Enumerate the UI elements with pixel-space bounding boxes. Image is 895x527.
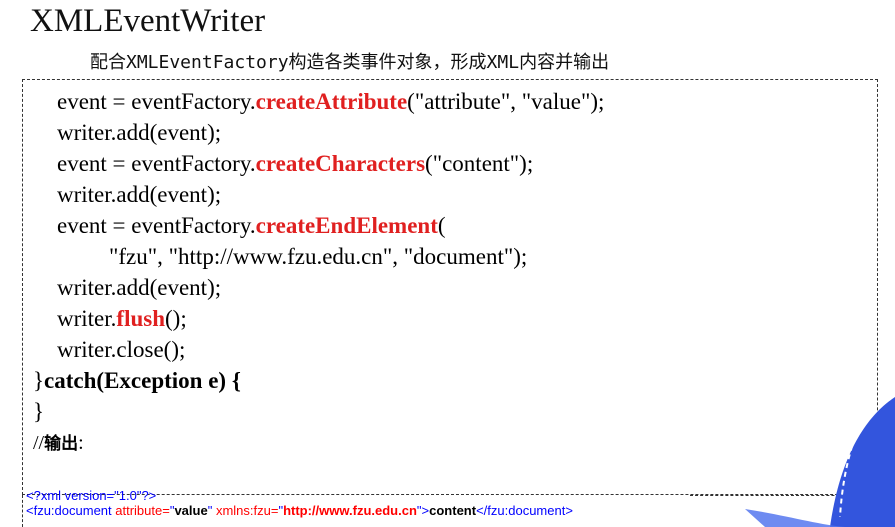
code-line-8: writer.flush(); xyxy=(57,305,187,333)
xml-content: content xyxy=(429,503,477,518)
highlight-create-attribute: createAttribute xyxy=(255,89,408,114)
highlight-create-characters: createCharacters xyxy=(255,151,426,176)
code-text: ( xyxy=(437,213,446,238)
slide-subtitle: 配合XMLEventFactory构造各类事件对象，形成XML内容并输出 xyxy=(90,52,610,73)
code-line-4: writer.add(event); xyxy=(57,182,222,207)
code-text: ("content"); xyxy=(425,151,534,176)
code-text: writer. xyxy=(57,306,117,331)
code-text: (); xyxy=(165,306,187,331)
code-line-5: event = eventFactory.createEndElement( xyxy=(57,212,446,240)
divider-line xyxy=(22,495,23,527)
slide-title: XMLEventWriter xyxy=(30,3,266,39)
xml-output-line-2: <fzu:document attribute="value" xmlns:fz… xyxy=(26,503,573,518)
catch-clause: catch(Exception e) { xyxy=(44,368,241,393)
highlight-create-end-element: createEndElement xyxy=(255,213,438,238)
xml-quote: " xyxy=(207,503,216,518)
code-text: } xyxy=(33,368,45,393)
xml-declaration: <?xml version="1.0"?> xyxy=(26,488,157,503)
xml-attr-name: xmlns:fzu= xyxy=(215,503,279,518)
code-line-6: "fzu", "http://www.fzu.edu.cn", "documen… xyxy=(109,244,528,269)
code-text: : xyxy=(78,432,84,454)
code-line-3: event = eventFactory.createCharacters("c… xyxy=(57,150,533,178)
code-line-12: //输出: xyxy=(33,429,84,458)
code-line-7: writer.add(event); xyxy=(57,275,222,300)
highlight-flush: flush xyxy=(116,306,165,331)
xml-open-tag: <fzu:document xyxy=(26,503,116,518)
xml-namespace-value: http://www.fzu.edu.cn xyxy=(283,503,417,518)
code-line-9: writer.close(); xyxy=(57,337,186,362)
xml-attr-value: value xyxy=(174,503,208,518)
xml-close-tag: </fzu:document> xyxy=(476,503,573,518)
decorative-swoosh-icon xyxy=(745,397,895,527)
code-text: ("attribute", "value"); xyxy=(407,89,605,114)
code-text: event = eventFactory. xyxy=(57,213,256,238)
code-text: event = eventFactory. xyxy=(57,151,256,176)
output-label: 输出 xyxy=(44,434,79,454)
xml-attr-name: attribute= xyxy=(115,503,170,518)
code-line-11: } xyxy=(33,399,45,424)
comment-slashes: // xyxy=(33,432,45,454)
xml-gt: > xyxy=(421,503,430,518)
code-line-2: writer.add(event); xyxy=(57,120,222,145)
code-line-10: }catch(Exception e) { xyxy=(33,367,241,395)
xml-output-line-1: <?xml version="1.0"?> xyxy=(26,488,156,503)
code-line-1: event = eventFactory.createAttribute("at… xyxy=(57,88,604,116)
code-text: event = eventFactory. xyxy=(57,89,256,114)
